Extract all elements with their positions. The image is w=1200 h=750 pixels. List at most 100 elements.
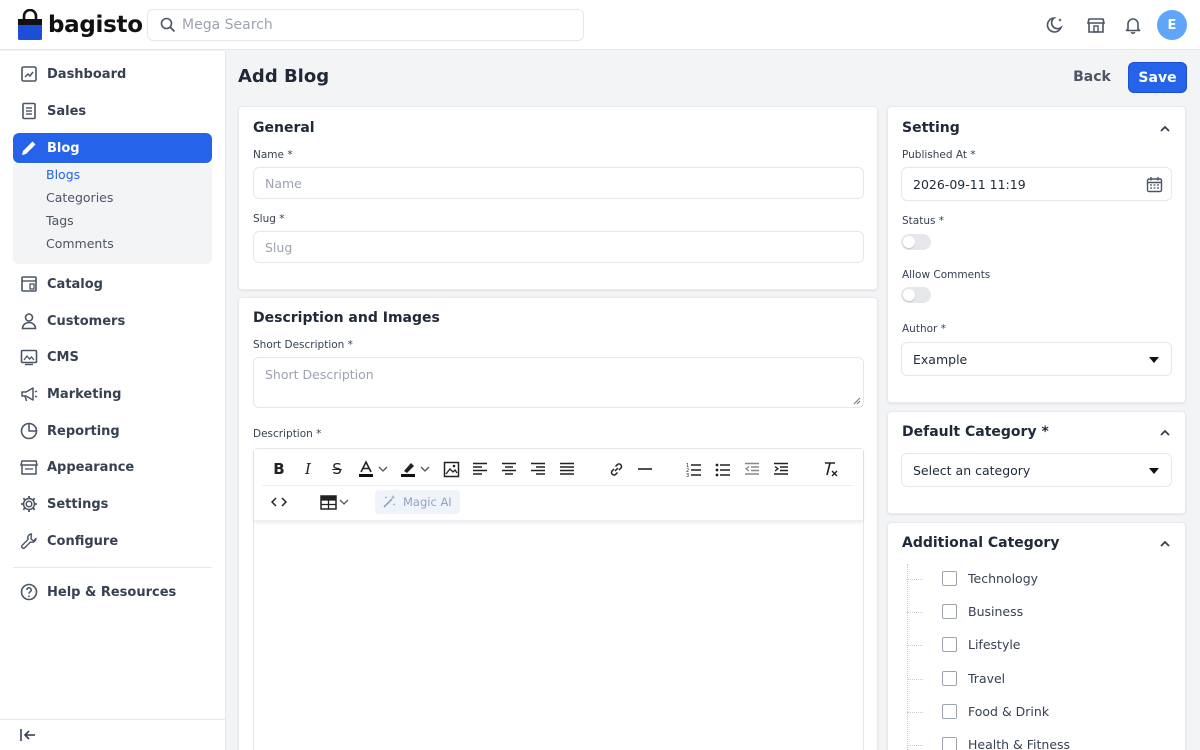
- text-color-icon[interactable]: [356, 459, 376, 479]
- category-item-business[interactable]: Business: [942, 604, 1023, 619]
- sidebar-item-reporting[interactable]: Reporting: [13, 416, 212, 446]
- search-icon: [160, 17, 176, 33]
- link-icon[interactable]: [606, 459, 626, 479]
- gear-icon: [21, 496, 37, 512]
- author-select[interactable]: Example: [901, 342, 1172, 376]
- caret-down-icon: [1149, 357, 1159, 363]
- slug-label: Slug *: [253, 213, 285, 225]
- sidebar-item-appearance[interactable]: Appearance: [13, 452, 212, 482]
- dark-mode-icon[interactable]: [1046, 15, 1066, 35]
- horizontal-line-icon[interactable]: [635, 459, 655, 479]
- category-label: Lifestyle: [968, 637, 1021, 652]
- collapse-sidebar-icon[interactable]: [19, 727, 37, 743]
- sidebar-collapse-bar: [0, 719, 225, 750]
- category-checkbox[interactable]: [942, 704, 957, 719]
- brand-logo[interactable]: bagisto: [17, 9, 143, 41]
- resize-handle-icon[interactable]: [853, 397, 861, 405]
- table-dropdown-icon[interactable]: [338, 492, 350, 512]
- category-label: Technology: [968, 571, 1039, 586]
- editor-toolbar: B I S 1 2 3 Magic AI: [254, 449, 863, 521]
- sidebar-item-label: Customers: [47, 313, 126, 329]
- sidebar-item-catalog[interactable]: Catalog: [13, 269, 212, 299]
- rich-text-editor[interactable]: B I S 1 2 3 Magic AI: [253, 448, 864, 750]
- published-at-input[interactable]: 2026-09-11 11:19: [901, 167, 1172, 201]
- tree-connector: [907, 679, 923, 680]
- sidebar-item-settings[interactable]: Settings: [13, 489, 212, 519]
- sidebar-item-cms[interactable]: CMS: [13, 342, 212, 372]
- submenu-item-comments[interactable]: Comments: [46, 236, 114, 251]
- storefront-icon[interactable]: [1086, 15, 1106, 35]
- sidebar-item-customers[interactable]: Customers: [13, 306, 212, 336]
- source-code-icon[interactable]: [269, 492, 289, 512]
- highlight-dropdown-icon[interactable]: [419, 459, 431, 479]
- chevron-up-icon[interactable]: [1158, 426, 1172, 440]
- category-checkbox[interactable]: [942, 671, 957, 686]
- table-icon[interactable]: [318, 492, 338, 512]
- strikethrough-icon[interactable]: S: [327, 459, 347, 479]
- sidebar-item-sales[interactable]: Sales: [13, 96, 212, 126]
- category-label: Business: [968, 604, 1024, 619]
- sidebar-item-label: Help & Resources: [47, 584, 177, 600]
- align-right-icon[interactable]: [528, 459, 548, 479]
- shopping-bag-icon: [18, 9, 42, 40]
- align-justify-icon[interactable]: [557, 459, 577, 479]
- sidebar-item-blog[interactable]: Blog: [13, 133, 212, 163]
- save-button[interactable]: Save: [1128, 62, 1187, 93]
- numbered-list-icon[interactable]: 123: [684, 459, 704, 479]
- align-center-icon[interactable]: [499, 459, 519, 479]
- category-label: Health & Fitness: [968, 737, 1071, 750]
- text-color-dropdown-icon[interactable]: [377, 459, 389, 479]
- submenu-item-categories[interactable]: Categories: [46, 190, 113, 205]
- magic-ai-button[interactable]: Magic AI: [375, 490, 460, 514]
- category-checkbox[interactable]: [942, 637, 957, 652]
- category-item-lifestyle[interactable]: Lifestyle: [942, 637, 1021, 652]
- bullet-list-icon[interactable]: [713, 459, 733, 479]
- outdent-icon[interactable]: [742, 459, 762, 479]
- notification-bell-icon[interactable]: [1123, 15, 1143, 35]
- sidebar: Dashboard Sales Blog Blogs Categories Ta…: [0, 51, 226, 750]
- sidebar-item-label: Catalog: [47, 276, 103, 292]
- submenu-item-blogs[interactable]: Blogs: [46, 167, 80, 182]
- sidebar-item-label: Blog: [47, 140, 80, 156]
- category-item-technology[interactable]: Technology: [942, 571, 1038, 586]
- category-item-travel[interactable]: Travel: [942, 671, 1005, 686]
- name-placeholder: Name: [265, 175, 302, 191]
- allow-comments-toggle[interactable]: [901, 287, 931, 303]
- general-card-title: General: [253, 120, 315, 136]
- sidebar-item-help[interactable]: Help & Resources: [13, 577, 212, 607]
- clear-formatting-icon[interactable]: [820, 459, 840, 479]
- category-checkbox[interactable]: [942, 571, 957, 586]
- name-input[interactable]: Name: [253, 167, 864, 199]
- slug-input[interactable]: Slug: [253, 231, 864, 263]
- mega-search-input[interactable]: Mega Search: [147, 9, 584, 41]
- category-checkbox[interactable]: [942, 604, 957, 619]
- category-item-food-drink[interactable]: Food & Drink: [942, 704, 1049, 719]
- insert-image-icon[interactable]: [441, 459, 461, 479]
- default-category-card: Default Category * Select an category: [887, 411, 1186, 514]
- status-toggle[interactable]: [901, 234, 931, 250]
- calendar-icon[interactable]: [1146, 176, 1163, 193]
- bold-icon[interactable]: B: [269, 459, 289, 479]
- italic-icon[interactable]: I: [298, 459, 318, 479]
- sidebar-item-marketing[interactable]: Marketing: [13, 379, 212, 409]
- highlight-color-icon[interactable]: [398, 459, 418, 479]
- align-left-icon[interactable]: [470, 459, 490, 479]
- user-avatar[interactable]: E: [1157, 10, 1187, 40]
- default-category-select[interactable]: Select an category: [901, 453, 1172, 487]
- sidebar-item-dashboard[interactable]: Dashboard: [13, 59, 212, 89]
- category-item-health-fitness[interactable]: Health & Fitness: [942, 737, 1070, 750]
- chevron-up-icon[interactable]: [1158, 537, 1172, 551]
- author-label: Author *: [902, 323, 946, 335]
- description-label: Description *: [253, 428, 322, 440]
- submenu-item-tags[interactable]: Tags: [46, 213, 74, 228]
- chevron-up-icon[interactable]: [1158, 122, 1172, 136]
- tree-connector: [907, 579, 923, 580]
- person-icon: [21, 313, 37, 330]
- indent-icon[interactable]: [771, 459, 791, 479]
- category-tree-line: [907, 564, 908, 750]
- sidebar-item-configure[interactable]: Configure: [13, 526, 212, 556]
- category-checkbox[interactable]: [942, 737, 957, 750]
- back-button[interactable]: Back: [1064, 62, 1120, 92]
- short-description-textarea[interactable]: Short Description: [253, 357, 864, 408]
- megaphone-icon: [21, 387, 38, 402]
